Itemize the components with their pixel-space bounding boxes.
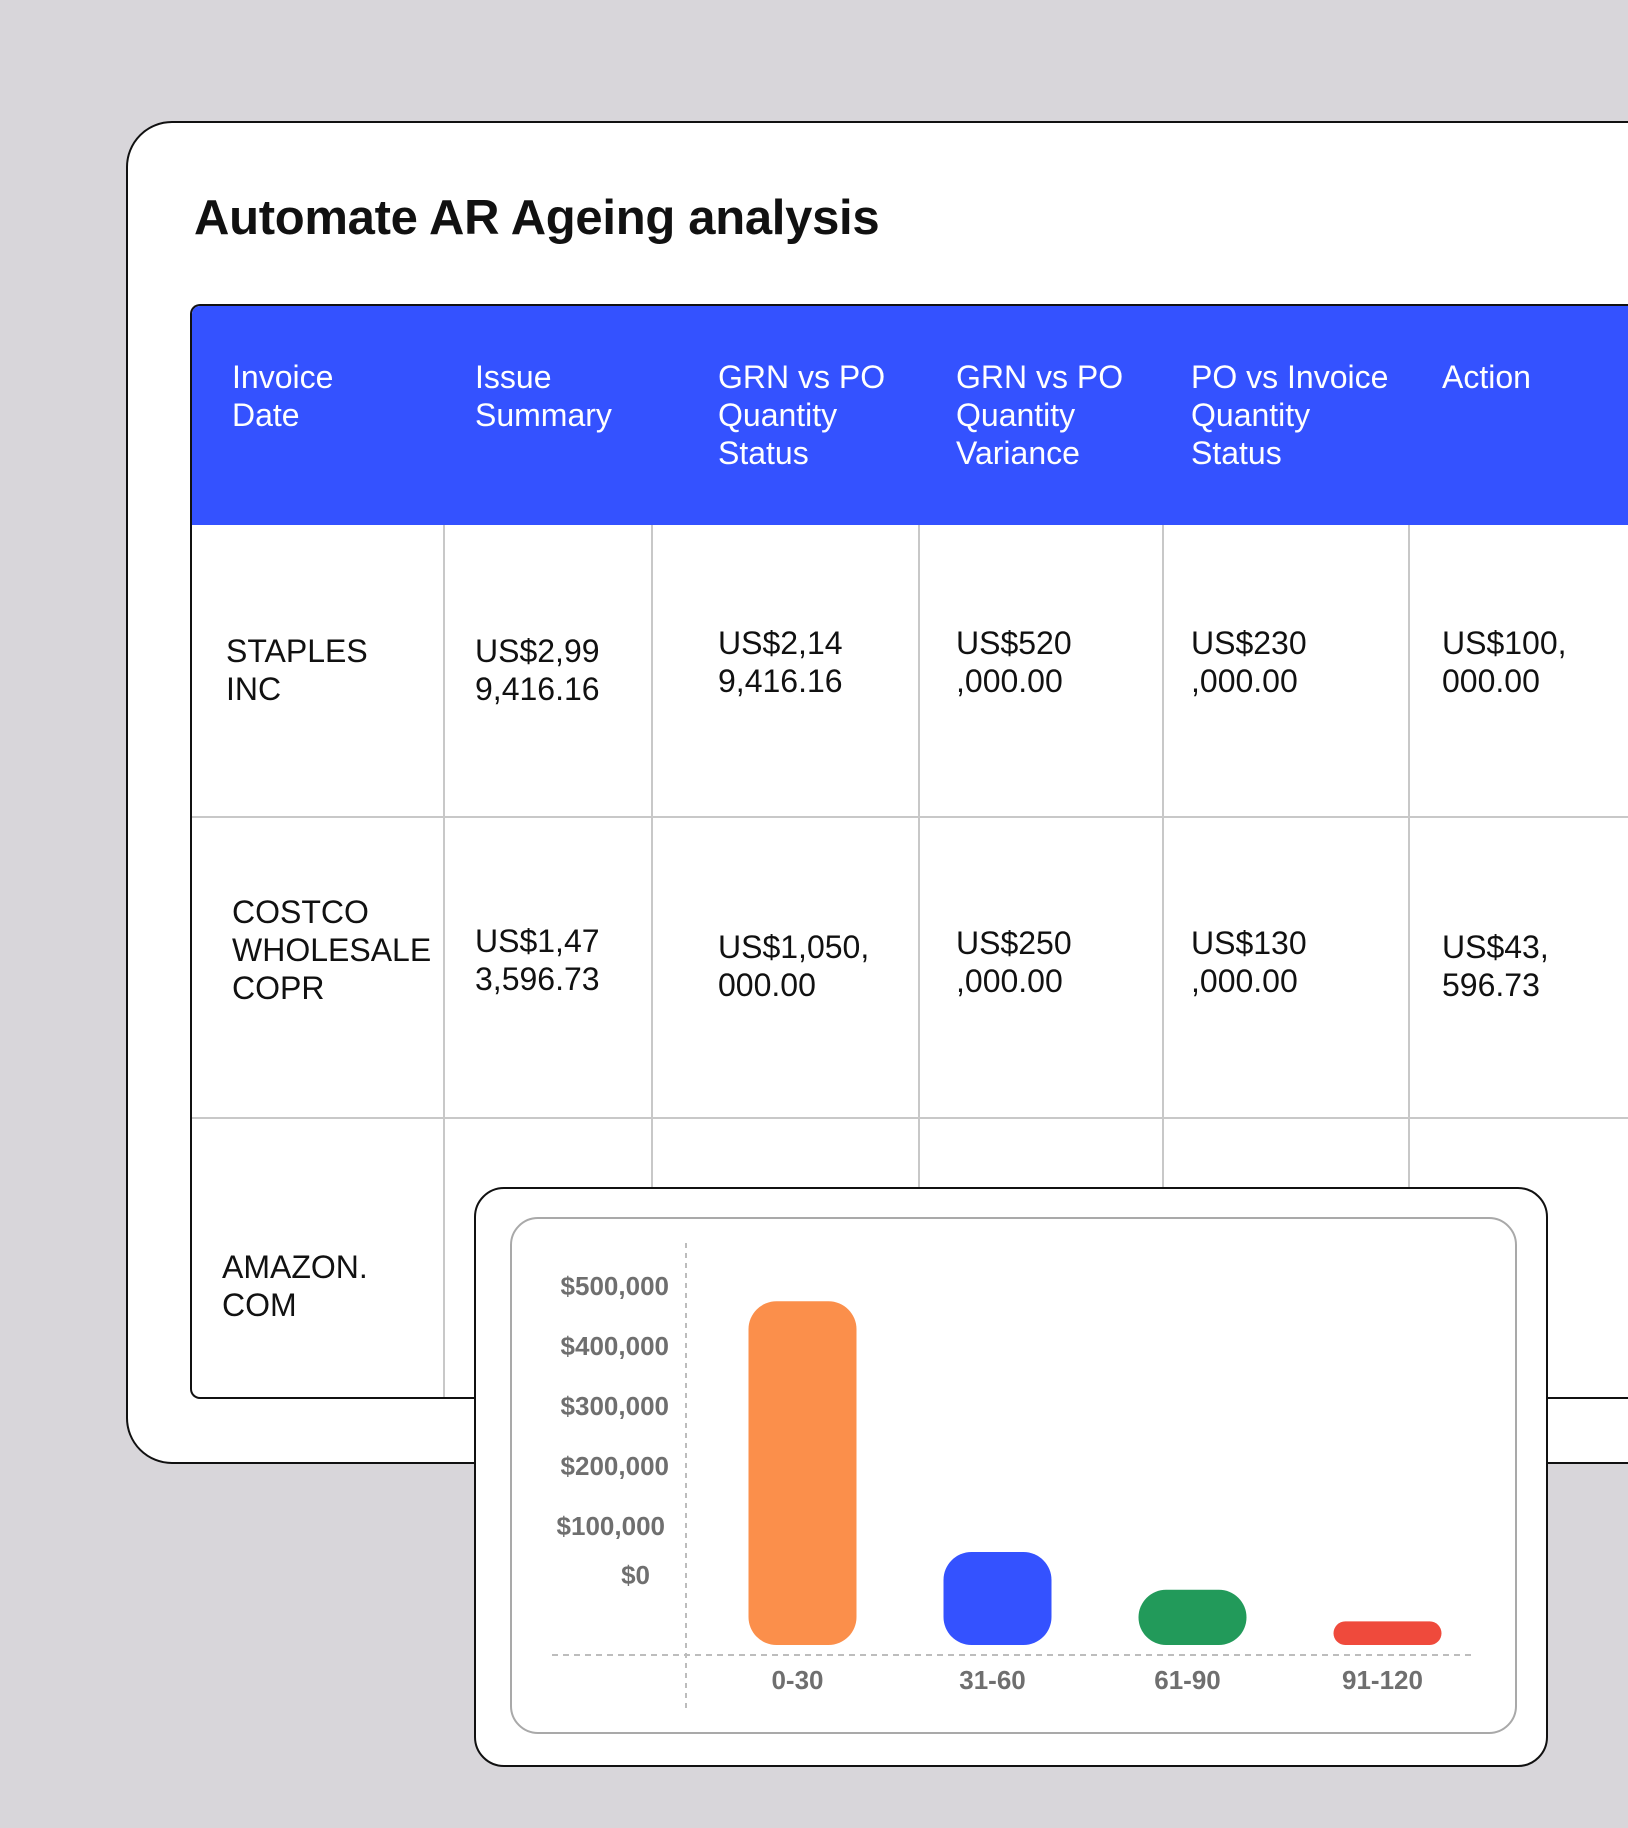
page-title: Automate AR Ageing analysis [194,191,880,245]
x-tick-label: 91-120 [1342,1665,1423,1695]
cell-action: US$43, 596.73 [1442,929,1549,1003]
table-header: Invoice Date Issue Summary GRN vs PO Quanti… [192,306,1628,525]
cell-issue-summary: US$2,99 9,416.16 [475,633,600,707]
cell-customer-name: AMAZON. COM [222,1249,368,1323]
cell-issue-summary: US$1,47 3,596.73 [475,923,600,997]
y-tick-label: $200,000 [561,1451,669,1481]
cell-grn-po-variance: US$250 ,000.00 [956,925,1072,999]
cell-grn-po-status: US$1,050, 000.00 [718,929,870,1003]
y-tick-label: $0 [621,1560,650,1590]
cell-grn-po-variance: US$520 ,000.00 [956,625,1072,699]
header-po-invoice-quantity-status[interactable]: PO vs Invoice Quantity Status [1191,358,1421,472]
row-divider [192,1117,1628,1119]
row-divider [192,816,1628,818]
y-tick-label: $100,000 [557,1511,665,1541]
bar-0-30 [748,1301,857,1645]
y-tick-label: $400,000 [561,1331,669,1361]
bar-31-60 [943,1551,1052,1645]
cell-po-invoice-status: US$230 ,000.00 [1191,625,1307,699]
cell-customer-name: COSTCO WHOLESALE COPR [232,894,432,1006]
y-tick-label: $300,000 [561,1391,669,1421]
bar-61-90 [1138,1589,1247,1645]
bar-91-120 [1333,1621,1442,1645]
cell-action: US$100, 000.00 [1442,625,1567,699]
x-tick-label: 0-30 [771,1665,823,1695]
cell-grn-po-status: US$2,14 9,416.16 [718,625,843,699]
cell-po-invoice-status: US$130 ,000.00 [1191,925,1307,999]
header-grn-po-quantity-variance[interactable]: GRN vs PO Quantity Variance [956,358,1156,472]
column-divider [443,525,445,1397]
header-grn-po-quantity-status[interactable]: GRN vs PO Quantity Status [718,358,918,472]
header-action[interactable]: Action [1442,358,1628,396]
x-tick-label: 31-60 [959,1665,1026,1695]
header-invoice-date[interactable]: Invoice Date [232,358,432,434]
y-tick-label: $500,000 [561,1271,669,1301]
cell-customer-name: STAPLES INC [226,633,368,707]
ageing-bar-chart: $500,000 $400,000 $300,000 $200,000 $100,000… [552,1243,1472,1713]
header-issue-summary[interactable]: Issue Summary [475,358,675,434]
x-tick-label: 61-90 [1154,1665,1221,1695]
ageing-chart-panel: $500,000 $400,000 $300,000 $200,000 $100,000… [510,1217,1517,1734]
ageing-chart-card: $500,000 $400,000 $300,000 $200,000 $100,000… [474,1187,1548,1767]
